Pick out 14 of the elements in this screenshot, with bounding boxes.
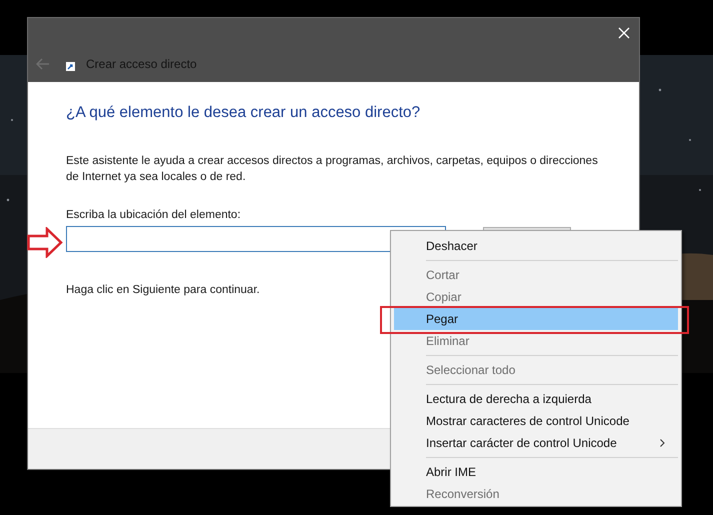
menu-item[interactable]: Abrir IME [394,461,678,483]
menu-item[interactable]: Pegar [394,308,678,330]
menu-item[interactable]: Lectura de derecha a izquierda [394,388,678,410]
shortcut-icon [66,62,75,70]
close-button[interactable] [617,26,631,40]
menu-item[interactable]: Deshacer [394,235,678,257]
hint-text: Haga clic en Siguiente para continuar. [66,284,261,296]
menu-item[interactable]: Mostrar caracteres de control Unicode [394,410,678,432]
chevron-right-icon [660,439,665,447]
window-title: Crear acceso directo [86,57,197,71]
menu-item[interactable]: Insertar carácter de control Unicode [394,432,678,454]
location-label: Escriba la ubicación del elemento: [66,209,242,221]
wizard-heading: ¿A qué elemento le desea crear un acceso directo? [66,104,422,122]
description-text: Este asistente le ayuda a crear accesos directos a programas, archivos, carpetas, equipos o direcciones de Internet ya sea locales o de red. [66,154,599,185]
